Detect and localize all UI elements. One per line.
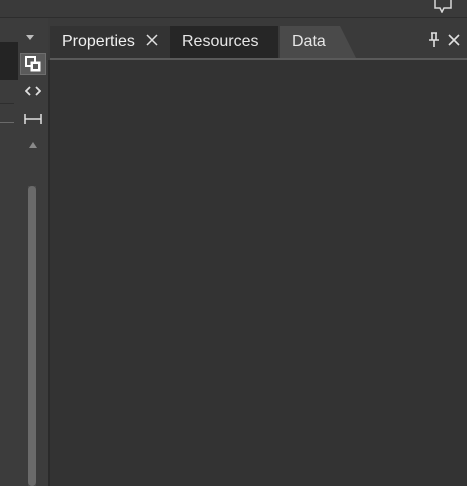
speech-bubble-icon[interactable] [433,0,453,13]
width-measure-icon [24,114,42,124]
designer-window: Properties Resources Data [0,0,467,486]
tab-properties[interactable]: Properties [50,26,170,58]
properties-panel-content [48,58,467,486]
code-brackets-icon [25,86,41,96]
pin-icon[interactable] [427,32,441,48]
divider [0,103,14,104]
close-icon[interactable] [447,33,461,47]
tab-label: Properties [62,33,135,50]
triangle-up-icon[interactable] [26,138,40,152]
top-strip [0,0,467,18]
tab-resources[interactable]: Resources [170,26,278,58]
tab-data[interactable]: Data [280,26,356,58]
scrollbar-thumb[interactable] [28,186,36,486]
canvas-edge [0,42,18,80]
close-icon[interactable] [145,33,159,47]
layers-button[interactable] [20,53,46,75]
panel-edge [48,60,50,486]
measure-button[interactable] [20,108,46,130]
left-toolbar [0,18,48,486]
chevron-down-icon[interactable] [24,32,36,42]
tab-label: Data [292,33,326,50]
code-view-button[interactable] [20,80,46,102]
layers-icon [25,56,41,72]
panel-tab-bar: Properties Resources Data [48,18,467,58]
tab-label: Resources [182,33,259,50]
divider [0,122,14,123]
